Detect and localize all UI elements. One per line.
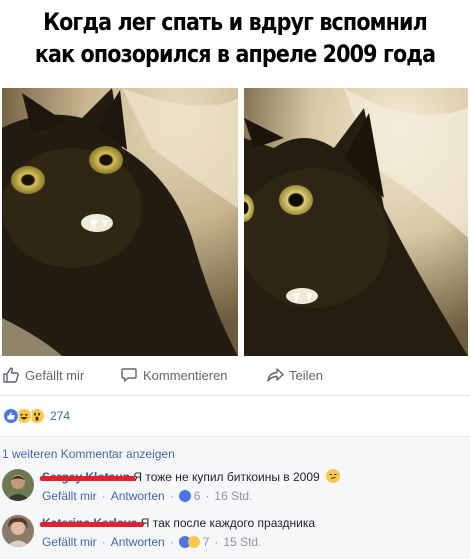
redaction-mark [40, 522, 143, 527]
comments-section: 1 weiteren Kommentar anzeigen Sergey Klo… [0, 436, 470, 559]
like-reaction-icon [178, 490, 191, 502]
comment-button[interactable]: Kommentieren [120, 366, 228, 384]
meme-caption: Когда лег спать и вдруг вспомнил как опо… [33, 6, 437, 70]
post-action-bar: Gefällt mir Kommentieren Teilen [0, 358, 470, 396]
reaction-icons [3, 408, 45, 424]
comment-like-link[interactable]: Gefällt mir [42, 489, 97, 503]
reaction-count[interactable]: 274 [50, 409, 70, 423]
avatar[interactable] [2, 515, 34, 547]
view-more-comments-link[interactable]: 1 weiteren Kommentar anzeigen [2, 447, 175, 461]
reactions-summary[interactable]: 274 [0, 397, 470, 435]
comment-reply-link[interactable]: Antworten [111, 535, 165, 549]
comment-author[interactable]: Katerina Karlova [40, 516, 143, 530]
thumbs-up-icon [3, 367, 19, 383]
separator: · [101, 489, 106, 503]
comment-button-label: Kommentieren [143, 367, 228, 383]
separator: · [169, 535, 174, 549]
post-image[interactable]: Когда лег спать и вдруг вспомнил как опо… [0, 0, 470, 358]
comment-reaction-count[interactable]: 7 [203, 535, 210, 549]
comment-reaction-count[interactable]: 6 [194, 489, 201, 503]
like-button-label: Gefällt mir [25, 367, 85, 383]
comment-body: Katerina Karlova Я так после каждого пра… [40, 515, 315, 531]
like-reaction-icon [3, 408, 19, 424]
comment-body: Sergey Klotsun Я тоже не купил биткоины … [40, 469, 341, 485]
comment-text: Я так после каждого праздника [140, 516, 315, 530]
comment-timestamp[interactable]: 15 Std. [223, 535, 261, 549]
separator: · [101, 535, 106, 549]
comment-reply-link[interactable]: Antworten [111, 489, 165, 503]
comment-meta: Gefällt mir · Antworten · 6 · 16 Std. [42, 489, 252, 503]
comment-meta: Gefällt mir · Antworten · 7 · 15 Std. [42, 535, 261, 549]
separator: · [205, 489, 210, 503]
separator: · [214, 535, 219, 549]
like-button[interactable]: Gefällt mir [2, 366, 84, 384]
comment-like-link[interactable]: Gefällt mir [42, 535, 97, 549]
comment-author[interactable]: Sergey Klotsun [40, 470, 136, 484]
meme-caption-line-2: как опозорился в апреле 2009 года [34, 40, 436, 68]
separator: · [169, 489, 174, 503]
haha-reaction-icon [187, 536, 200, 548]
avatar[interactable] [2, 469, 34, 501]
share-button[interactable]: Teilen [266, 366, 323, 384]
smirk-emoji-icon [326, 469, 341, 483]
comment-text: Я тоже не купил биткоины в 2009 [133, 470, 320, 484]
share-arrow-icon [267, 368, 284, 382]
cat-photo-right [244, 88, 468, 356]
share-button-label: Teilen [289, 367, 323, 383]
comment-timestamp[interactable]: 16 Std. [214, 489, 252, 503]
redaction-mark [40, 476, 136, 481]
comment-icon [121, 368, 137, 382]
meme-caption-line-1: Когда лег спать и вдруг вспомнил [43, 8, 428, 36]
cat-photo-left [2, 88, 238, 356]
